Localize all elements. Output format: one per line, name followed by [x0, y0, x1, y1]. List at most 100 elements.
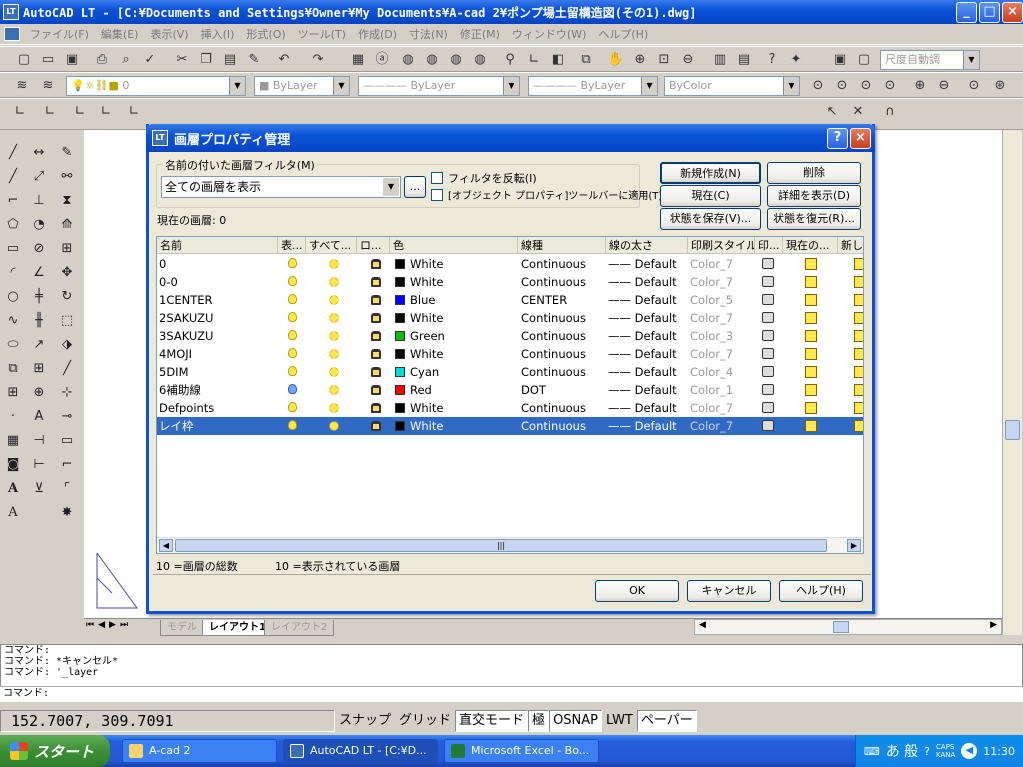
save-state-button[interactable]: 状態を保存(V)... — [660, 208, 761, 230]
lock-icon[interactable] — [371, 385, 381, 395]
col-lock[interactable]: ロ... — [357, 237, 390, 254]
layer-linetype[interactable]: Continuous — [521, 363, 605, 381]
lengthen-icon[interactable]: ╱ — [56, 358, 78, 380]
filter-select[interactable]: 全ての画層を表示 ▼ — [161, 176, 401, 198]
horizontal-scrollbar[interactable]: ◀ ▶ — [694, 619, 1002, 635]
arc-icon[interactable]: ◜ — [2, 262, 24, 284]
xline-icon[interactable]: ╱ — [2, 166, 24, 188]
menu-item[interactable]: 表示(V) — [144, 26, 194, 42]
layer-linetype[interactable]: Continuous — [521, 327, 605, 345]
sun-icon[interactable] — [328, 276, 340, 288]
col-on[interactable]: 表... — [278, 237, 306, 254]
viewport-freeze-icon[interactable] — [805, 294, 817, 306]
scroll-left-arrow[interactable]: ◀ — [159, 539, 173, 552]
layer-color[interactable]: Green — [410, 327, 510, 345]
lock-icon[interactable] — [371, 367, 381, 377]
polar-toggle[interactable]: 極 — [528, 710, 550, 732]
properties-icon[interactable]: ▥ — [710, 50, 730, 70]
layer-name[interactable]: 6補助線 — [159, 381, 277, 399]
layer-lineweight[interactable]: —— Default — [608, 327, 688, 345]
zoom-icon-1[interactable]: ⊙ — [808, 76, 828, 96]
chevron-down-icon[interactable]: ▼ — [783, 77, 799, 95]
new-file-icon[interactable]: ▢ — [14, 50, 34, 70]
layer-name[interactable]: 0 — [159, 255, 277, 273]
layer-row[interactable]: 0 White Continuous —— Default Color_7 — [157, 255, 863, 273]
mirror-icon[interactable]: ⧗ — [56, 190, 78, 212]
scale-combo[interactable]: 尺度自動調 ▼ — [880, 50, 980, 70]
block-icon[interactable]: ⧉ — [2, 358, 24, 380]
region-icon[interactable]: ◙ — [2, 454, 24, 476]
invert-filter-checkbox[interactable]: フィルタを反転(I) — [431, 170, 537, 186]
dim-icon-4[interactable]: ∟ — [96, 102, 116, 122]
layer-color[interactable]: Blue — [410, 291, 510, 309]
color-swatch[interactable] — [395, 331, 405, 341]
dim-icon-5[interactable]: ∟ — [124, 102, 144, 122]
rectangle-icon[interactable]: ▭ — [2, 238, 24, 260]
scroll-thumb[interactable]: ||| — [175, 539, 827, 552]
printer-icon[interactable] — [762, 294, 774, 305]
color-swatch[interactable] — [395, 349, 405, 359]
layer-name[interactable]: 1CENTER — [159, 291, 277, 309]
layer-combo[interactable]: 💡☼⛓■ 0 ▼ — [66, 76, 246, 96]
layer-row[interactable]: 5DIM Cyan Continuous —— Default Color_4 — [157, 363, 863, 381]
grid-toggle[interactable]: グリッド — [395, 710, 455, 732]
menu-item[interactable]: 寸法(N) — [403, 26, 454, 42]
pan-icon[interactable]: ✋ — [606, 50, 626, 70]
layer-name[interactable]: 2SAKUZU — [159, 309, 277, 327]
center-mark-icon[interactable]: ⊕ — [28, 382, 50, 404]
chevron-down-icon[interactable]: ▼ — [503, 77, 519, 95]
lineweight-combo[interactable]: ———— ByLayer ▼ — [528, 76, 658, 96]
viewport-freeze-icon[interactable] — [805, 330, 817, 342]
layer-row[interactable]: 3SAKUZU Green Continuous —— Default Color_3 — [157, 327, 863, 345]
viewport-freeze-icon[interactable] — [805, 384, 817, 396]
layer-color[interactable]: Cyan — [410, 363, 510, 381]
dim-radius-icon[interactable]: ◔ — [28, 214, 50, 236]
dim-baseline-icon[interactable]: ╪ — [28, 286, 50, 308]
text-icon[interactable]: A — [2, 478, 24, 500]
sun-icon[interactable] — [328, 402, 340, 414]
lock-icon[interactable] — [371, 403, 381, 413]
tab-layout2[interactable]: レイアウト2 — [264, 620, 335, 636]
layer-lineweight[interactable]: —— Default — [608, 345, 688, 363]
viewport-freeze-icon[interactable] — [805, 366, 817, 378]
color-swatch[interactable] — [395, 403, 405, 413]
layer-color[interactable]: White — [410, 345, 510, 363]
sun-icon[interactable] — [328, 348, 340, 360]
layer-color[interactable]: White — [410, 273, 510, 291]
printer-icon[interactable] — [762, 330, 774, 341]
ok-button[interactable]: OK — [595, 580, 679, 602]
dim-linear-icon[interactable]: ↔ — [28, 142, 50, 164]
viewport-icon-2[interactable]: ▢ — [854, 50, 874, 70]
new-viewport-freeze-icon[interactable] — [854, 402, 863, 414]
printer-icon[interactable] — [762, 312, 774, 323]
dim-angular-icon[interactable]: ∠ — [28, 262, 50, 284]
array-icon[interactable]: ⊞ — [56, 238, 78, 260]
new-viewport-freeze-icon[interactable] — [854, 276, 863, 288]
dialog-close-button[interactable]: × — [850, 127, 871, 149]
snap-toggle[interactable]: スナップ — [335, 710, 395, 732]
menu-item[interactable]: ウィンドウ(W) — [506, 26, 592, 42]
viewport-freeze-icon[interactable] — [805, 402, 817, 414]
layer-linetype[interactable]: DOT — [521, 381, 605, 399]
new-viewport-freeze-icon[interactable] — [854, 258, 863, 270]
offset-icon[interactable]: ⟰ — [56, 214, 78, 236]
new-viewport-freeze-icon[interactable] — [854, 420, 863, 432]
col-linetype[interactable]: 線種 — [518, 237, 606, 254]
viewport-freeze-icon[interactable] — [805, 348, 817, 360]
web-icon-4[interactable]: ◍ — [470, 50, 490, 70]
layer-linetype[interactable]: Continuous — [521, 309, 605, 327]
lightbulb-icon[interactable] — [288, 330, 297, 340]
tool-icon-c[interactable]: ◧ — [548, 50, 568, 70]
rotate-icon[interactable]: ↻ — [56, 286, 78, 308]
lightbulb-icon[interactable] — [288, 420, 297, 430]
layer-color[interactable]: White — [410, 309, 510, 327]
filter-browse-button[interactable]: ... — [404, 176, 426, 198]
layer-lineweight[interactable]: —— Default — [608, 291, 688, 309]
lightbulb-icon[interactable] — [288, 294, 297, 304]
spell-icon[interactable]: ✓ — [140, 50, 160, 70]
open-file-icon[interactable]: ▭ — [38, 50, 58, 70]
ellipse-icon[interactable]: ⬭ — [2, 334, 24, 356]
color-swatch[interactable] — [395, 295, 405, 305]
copy-object-icon[interactable]: ⚯ — [56, 166, 78, 188]
lightbulb-icon[interactable] — [288, 366, 297, 376]
